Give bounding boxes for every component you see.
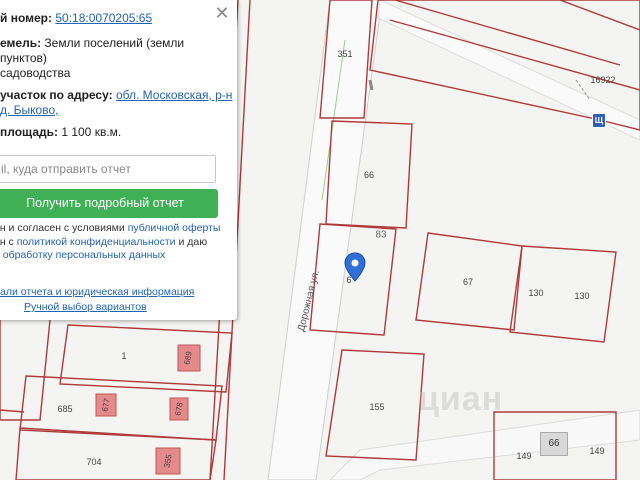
plot-marker-66: 66: [540, 432, 568, 456]
get-report-button[interactable]: Получить подробный отчет: [0, 189, 218, 218]
close-icon[interactable]: ✕: [213, 4, 231, 22]
road-main: [267, 0, 383, 480]
plot-label-66: 66: [363, 170, 375, 180]
report-sample-link[interactable]: али отчета и юридическая информация: [0, 286, 194, 298]
cadastral-label: й номер:: [0, 11, 53, 25]
plot-label-155: 155: [369, 402, 385, 412]
privacy-policy-link[interactable]: политикой конфиденциальности: [17, 236, 176, 248]
cadastral-number-link[interactable]: 50:18:0070205:65: [55, 11, 152, 25]
address-link[interactable]: обл. Московская, р-н: [116, 88, 232, 102]
area-label: площадь:: [0, 125, 58, 139]
address-link-line-2[interactable]: д. Быково,: [0, 103, 58, 117]
address-label: участок по адресу:: [0, 88, 113, 102]
road-south: [329, 409, 640, 480]
plot-info-panel: ✕ й номер: 50:18:0070205:65 емель: Земли…: [0, 0, 237, 320]
agree-line-1-text: ен и согласен с условиями: [0, 222, 128, 234]
category-value: Земли поселений (земли: [44, 36, 185, 50]
public-offer-link[interactable]: публичной оферты: [128, 222, 221, 234]
plot-label-149-a: 149: [516, 451, 532, 461]
plot-label-130-b: 130: [574, 291, 590, 301]
personal-data-link[interactable]: а обработку персональных данных: [0, 249, 165, 261]
agreement-text: ен и согласен с условиями публичной офер…: [0, 222, 220, 263]
plot-label-149-b: 149: [589, 446, 605, 456]
category-value-line-2: пунктов): [0, 51, 47, 65]
plot-label-16922: 16922: [590, 75, 616, 85]
category-row: емель: Земли поселений (земли: [0, 36, 184, 50]
plot-704: [15, 427, 217, 480]
area-value: 1 100 кв.м.: [61, 125, 122, 139]
cadastral-row: й номер: 50:18:0070205:65: [0, 11, 152, 25]
plot-label-685: 685: [57, 404, 73, 414]
plot-label-83: 83: [375, 229, 387, 241]
agree-line-2-tail: и даю: [175, 235, 208, 248]
plot-label-351: 351: [337, 49, 353, 59]
buildings: [95, 344, 201, 475]
area-row: площадь: 1 100 кв.м.: [0, 125, 121, 139]
address-link-line-2-row: д. Быково,: [0, 103, 58, 117]
category-label: емель:: [0, 36, 42, 50]
route-badge-icon: Щ: [592, 113, 606, 128]
plot-label-67: 67: [462, 277, 474, 287]
plot-label-1: 1: [121, 351, 127, 361]
manual-selection-link[interactable]: Ручной выбор вариантов: [24, 301, 147, 313]
email-input[interactable]: [0, 155, 216, 183]
address-row: участок по адресу: обл. Московская, р-н: [0, 88, 232, 102]
watermark: циан: [418, 380, 504, 418]
use-value: садоводства: [0, 66, 71, 80]
plot-label-130-a: 130: [528, 288, 544, 298]
plot-130: [509, 245, 617, 343]
pin-plot-label: 6: [346, 275, 352, 285]
plot-label-704: 704: [86, 457, 102, 467]
agree-line-2-text: ен с: [0, 235, 14, 248]
